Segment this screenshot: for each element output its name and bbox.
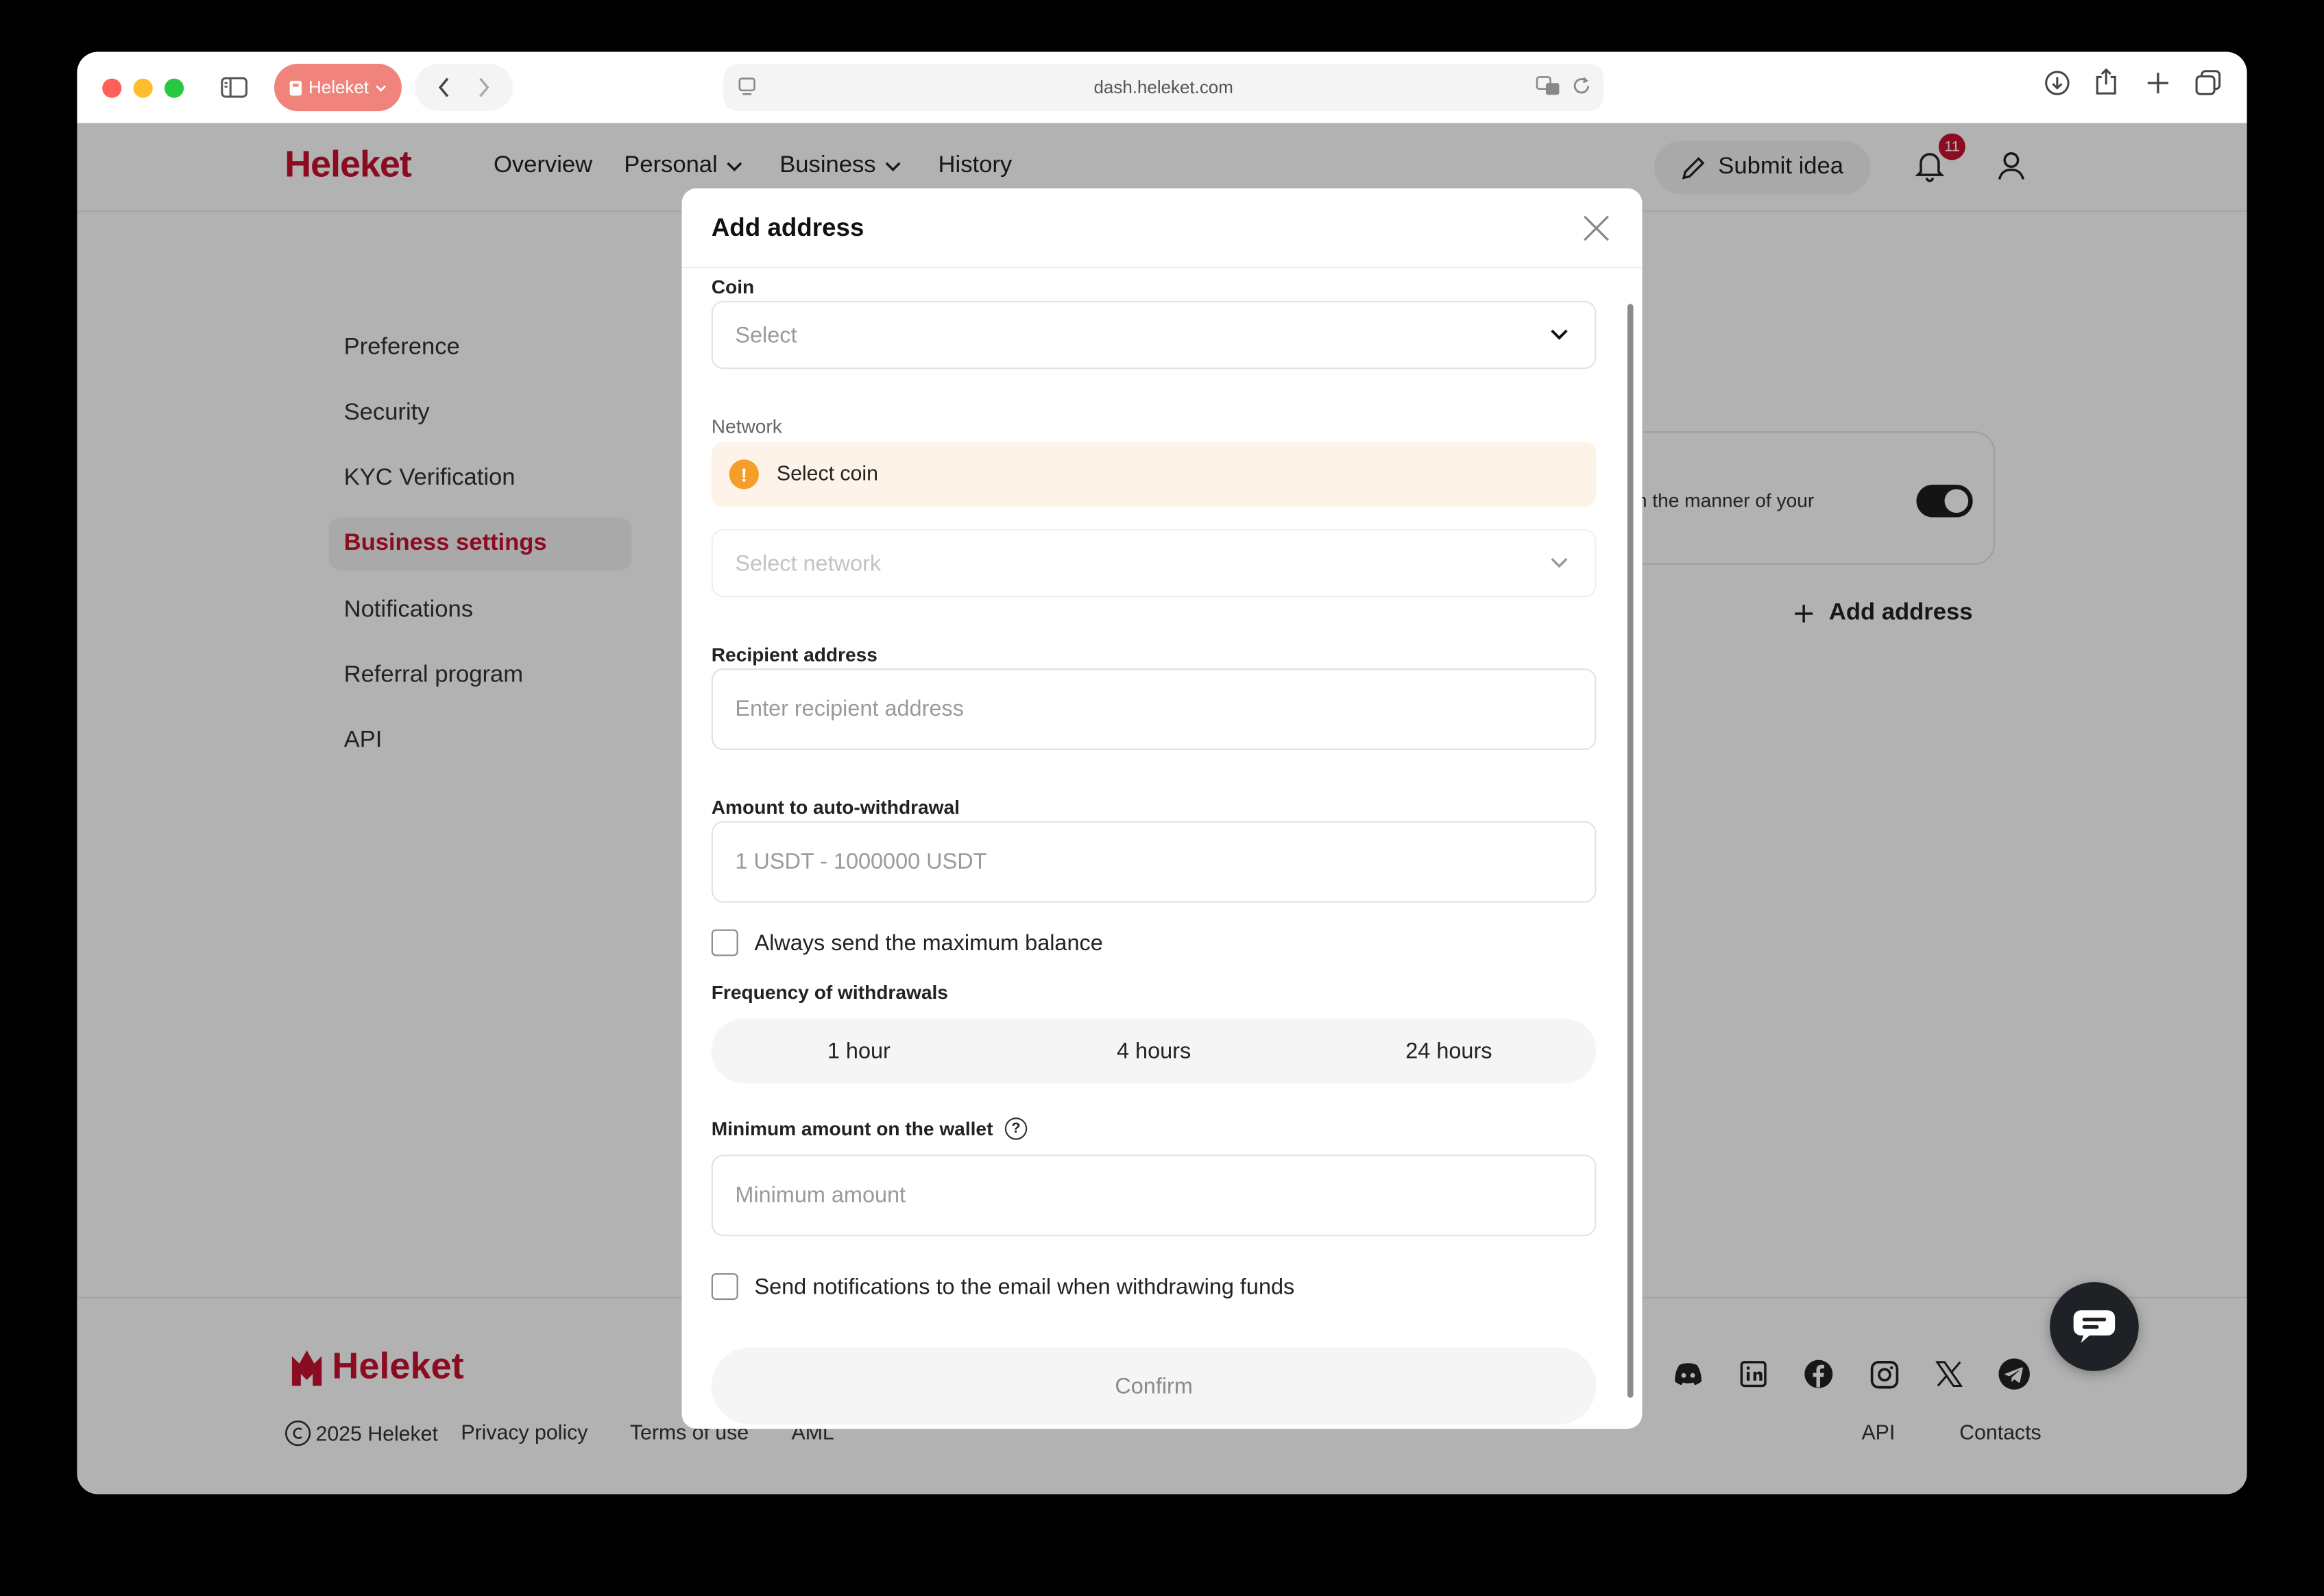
amount-label: Amount to auto-withdrawal bbox=[711, 795, 960, 819]
notify-email-checkbox-row[interactable]: Send notifications to the email when wit… bbox=[711, 1273, 1294, 1301]
confirm-button[interactable]: Confirm bbox=[711, 1347, 1597, 1425]
network-label: Network bbox=[711, 415, 782, 437]
tab-group-button[interactable]: Heleket bbox=[274, 63, 402, 112]
recipient-address-input[interactable]: Enter recipient address bbox=[711, 668, 1597, 750]
chat-support-button[interactable] bbox=[2050, 1282, 2139, 1371]
chevron-down-icon bbox=[375, 84, 386, 91]
minimum-amount-input[interactable]: Minimum amount bbox=[711, 1154, 1597, 1237]
close-window-button[interactable] bbox=[102, 78, 122, 98]
minimum-amount-label: Minimum amount on the wallet ? bbox=[712, 1117, 1028, 1140]
browser-toolbar: Heleket dash.heleket.com bbox=[77, 51, 2247, 123]
tab-group-icon bbox=[290, 80, 302, 95]
new-tab-icon[interactable] bbox=[2146, 71, 2170, 95]
sidebar-toggle-icon[interactable] bbox=[213, 66, 255, 108]
chat-icon bbox=[2073, 1310, 2116, 1343]
amount-input[interactable]: 1 USDT - 1000000 USDT bbox=[711, 821, 1597, 903]
chevron-down-icon bbox=[1551, 557, 1568, 568]
close-icon[interactable] bbox=[1580, 212, 1613, 245]
network-select[interactable]: Select network bbox=[711, 529, 1597, 598]
maximize-window-button[interactable] bbox=[164, 78, 184, 98]
url-text: dash.heleket.com bbox=[1093, 77, 1233, 98]
forward-icon[interactable] bbox=[477, 77, 490, 97]
frequency-option-4h[interactable]: 4 hours bbox=[1006, 1018, 1301, 1083]
reload-icon[interactable] bbox=[1571, 75, 1592, 96]
help-icon[interactable]: ? bbox=[1004, 1117, 1028, 1140]
minimize-window-button[interactable] bbox=[133, 78, 153, 98]
address-bar[interactable]: dash.heleket.com bbox=[723, 63, 1604, 112]
translate-icon[interactable] bbox=[1536, 75, 1562, 96]
frequency-option-1h[interactable]: 1 hour bbox=[712, 1018, 1006, 1083]
warning-icon: ! bbox=[729, 459, 759, 489]
frequency-selector: 1 hour 4 hours 24 hours bbox=[711, 1018, 1597, 1084]
chevron-down-icon bbox=[1551, 329, 1568, 340]
frequency-label: Frequency of withdrawals bbox=[711, 981, 948, 1004]
select-coin-warning: ! Select coin bbox=[711, 442, 1597, 507]
downloads-icon[interactable] bbox=[2044, 70, 2070, 97]
always-max-checkbox-row[interactable]: Always send the maximum balance bbox=[711, 929, 1103, 956]
always-max-checkbox[interactable] bbox=[711, 929, 738, 956]
coin-select[interactable]: Select bbox=[711, 300, 1597, 370]
modal-header: Add address bbox=[681, 189, 1643, 269]
tab-overview-icon[interactable] bbox=[2195, 70, 2222, 97]
notify-email-checkbox[interactable] bbox=[711, 1273, 738, 1301]
browser-window: Heleket dash.heleket.com Heleket Overvie… bbox=[77, 51, 2247, 1495]
modal-scrollbar[interactable] bbox=[1627, 304, 1634, 1398]
history-nav bbox=[415, 63, 513, 112]
add-address-modal: Add address Coin Select Network ! Select… bbox=[681, 188, 1643, 1429]
back-icon[interactable] bbox=[437, 77, 450, 97]
tab-group-label: Heleket bbox=[308, 77, 370, 98]
modal-title: Add address bbox=[711, 213, 864, 242]
frequency-option-24h[interactable]: 24 hours bbox=[1301, 1018, 1596, 1083]
share-icon[interactable] bbox=[2094, 66, 2118, 96]
coin-label: Coin bbox=[711, 276, 755, 298]
recipient-address-label: Recipient address bbox=[711, 643, 877, 666]
